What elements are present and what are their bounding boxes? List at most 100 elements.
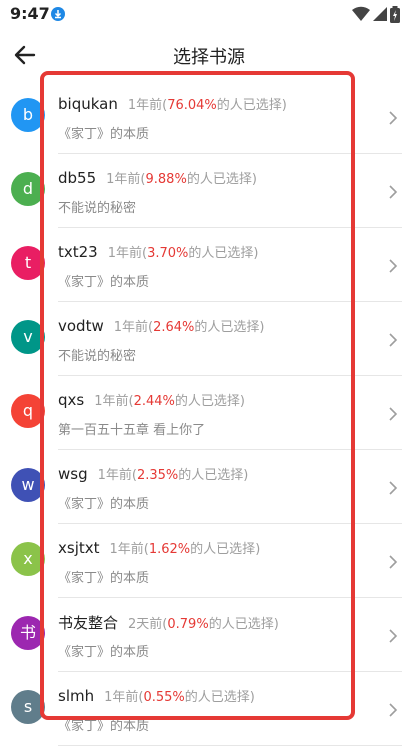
- source-suffix: 的人已选择: [178, 468, 244, 483]
- source-name-line: xsjtxt 1年前(1.62%的人已选择): [58, 538, 260, 557]
- source-time: 1年前: [113, 320, 149, 335]
- source-percent: 0.79%: [167, 617, 209, 632]
- status-bar: 9:47: [0, 0, 418, 30]
- source-item[interactable]: 书 书友整合 2天前(0.79%的人已选择) 《家丁》的本质: [0, 598, 418, 672]
- source-chapter: 《家丁》的本质: [58, 275, 150, 290]
- source-meta: 2天前(0.79%的人已选择): [128, 617, 279, 632]
- source-time: 1年前: [127, 98, 163, 113]
- wifi-icon: [352, 6, 370, 22]
- source-chapter: 不能说的秘密: [58, 201, 137, 216]
- source-avatar: x: [11, 542, 45, 576]
- source-item[interactable]: t txt23 1年前(3.70%的人已选择) 《家丁》的本质: [0, 228, 418, 302]
- source-meta: 1年前(3.70%的人已选择): [108, 246, 259, 261]
- source-name: qxs: [58, 391, 85, 409]
- source-percent: 76.04%: [167, 98, 217, 113]
- source-avatar: b: [11, 98, 45, 132]
- source-name: vodtw: [58, 317, 104, 335]
- source-avatar: q: [11, 394, 45, 428]
- source-name: db55: [58, 169, 97, 187]
- source-meta: 1年前(2.44%的人已选择): [94, 394, 245, 409]
- paren-close: ): [239, 394, 245, 409]
- source-time: 1年前: [106, 172, 141, 187]
- chevron-right-icon: [389, 555, 398, 569]
- source-percent: 2.35%: [136, 468, 179, 483]
- chevron-right-icon: [389, 703, 398, 717]
- source-meta: 1年前(2.35%的人已选择): [98, 468, 249, 483]
- source-name: biqukan: [58, 95, 118, 113]
- source-name: 书友整合: [58, 614, 119, 632]
- app-bar: 选择书源: [0, 30, 418, 80]
- source-suffix: 的人已选择: [186, 172, 252, 187]
- paren-close: ): [249, 690, 255, 705]
- source-suffix: 的人已选择: [216, 98, 282, 113]
- source-chapter: 《家丁》的本质: [58, 645, 150, 660]
- download-icon: [51, 7, 65, 21]
- source-suffix: 的人已选择: [174, 394, 240, 409]
- source-time: 1年前: [107, 246, 143, 261]
- chevron-right-icon: [389, 333, 398, 347]
- source-item[interactable]: q qxs 1年前(2.44%的人已选择) 第一百五十五章 看上你了: [0, 376, 418, 450]
- source-percent: 3.70%: [147, 246, 189, 261]
- source-name-line: 书友整合 2天前(0.79%的人已选择): [58, 612, 279, 633]
- source-avatar: s: [11, 690, 45, 724]
- paren-close: ): [253, 246, 259, 261]
- source-suffix: 的人已选择: [190, 542, 256, 557]
- chevron-right-icon: [389, 111, 398, 125]
- chevron-right-icon: [389, 185, 398, 199]
- chevron-right-icon: [389, 629, 398, 643]
- source-percent: 2.44%: [133, 394, 175, 409]
- signal-icon: [373, 7, 387, 21]
- source-avatar: v: [11, 320, 45, 354]
- source-item[interactable]: s slmh 1年前(0.55%的人已选择) 《家丁》的本质: [0, 672, 418, 746]
- source-suffix: 的人已选择: [208, 617, 274, 632]
- source-suffix: 的人已选择: [188, 246, 254, 261]
- source-name-line: vodtw 1年前(2.64%的人已选择): [58, 316, 265, 335]
- source-name-line: slmh 1年前(0.55%的人已选择): [58, 686, 255, 705]
- source-name-line: db55 1年前(9.88%的人已选择): [58, 168, 257, 187]
- source-meta: 1年前(2.64%的人已选择): [114, 320, 265, 335]
- source-time: 1年前: [104, 690, 139, 705]
- source-percent: 9.88%: [145, 172, 187, 187]
- source-name: slmh: [58, 687, 95, 705]
- source-name: wsg: [58, 465, 88, 483]
- source-time: 1年前: [97, 468, 132, 483]
- source-chapter: 《家丁》的本质: [58, 571, 150, 586]
- source-percent: 1.62%: [148, 542, 191, 557]
- source-chapter: 《家丁》的本质: [58, 497, 150, 512]
- source-item[interactable]: x xsjtxt 1年前(1.62%的人已选择) 《家丁》的本质: [0, 524, 418, 598]
- source-name: xsjtxt: [58, 539, 100, 557]
- source-name-line: qxs 1年前(2.44%的人已选择): [58, 390, 245, 409]
- source-name-line: txt23 1年前(3.70%的人已选择): [58, 242, 259, 261]
- source-time: 2天前: [128, 617, 163, 632]
- source-name: txt23: [58, 243, 98, 261]
- source-chapter: 不能说的秘密: [58, 349, 137, 364]
- source-meta: 1年前(0.55%的人已选择): [104, 690, 255, 705]
- source-chapter: 《家丁》的本质: [58, 127, 150, 142]
- source-item[interactable]: d db55 1年前(9.88%的人已选择) 不能说的秘密: [0, 154, 418, 228]
- source-meta: 1年前(1.62%的人已选择): [110, 542, 261, 557]
- source-item[interactable]: b biqukan 1年前(76.04%的人已选择) 《家丁》的本质: [0, 80, 418, 154]
- source-avatar: d: [11, 172, 45, 206]
- source-name-line: wsg 1年前(2.35%的人已选择): [58, 464, 248, 483]
- source-avatar: w: [11, 468, 45, 502]
- paren-close: ): [243, 468, 249, 483]
- source-percent: 2.64%: [153, 320, 195, 335]
- source-avatar: t: [11, 246, 45, 280]
- chevron-right-icon: [389, 481, 398, 495]
- status-time: 9:47: [10, 4, 50, 23]
- paren-close: ): [251, 172, 257, 187]
- source-suffix: 的人已选择: [184, 690, 250, 705]
- source-meta: 1年前(76.04%的人已选择): [128, 98, 287, 113]
- source-name-line: biqukan 1年前(76.04%的人已选择): [58, 94, 287, 113]
- source-item[interactable]: w wsg 1年前(2.35%的人已选择) 《家丁》的本质: [0, 450, 418, 524]
- paren-close: ): [255, 542, 261, 557]
- source-percent: 0.55%: [143, 690, 185, 705]
- page-title: 选择书源: [173, 47, 245, 68]
- source-chapter: 《家丁》的本质: [58, 719, 150, 734]
- source-item[interactable]: v vodtw 1年前(2.64%的人已选择) 不能说的秘密: [0, 302, 418, 376]
- paren-close: ): [259, 320, 265, 335]
- source-time: 1年前: [109, 542, 144, 557]
- paren-close: ): [281, 98, 287, 113]
- source-meta: 1年前(9.88%的人已选择): [106, 172, 257, 187]
- source-time: 1年前: [94, 394, 129, 409]
